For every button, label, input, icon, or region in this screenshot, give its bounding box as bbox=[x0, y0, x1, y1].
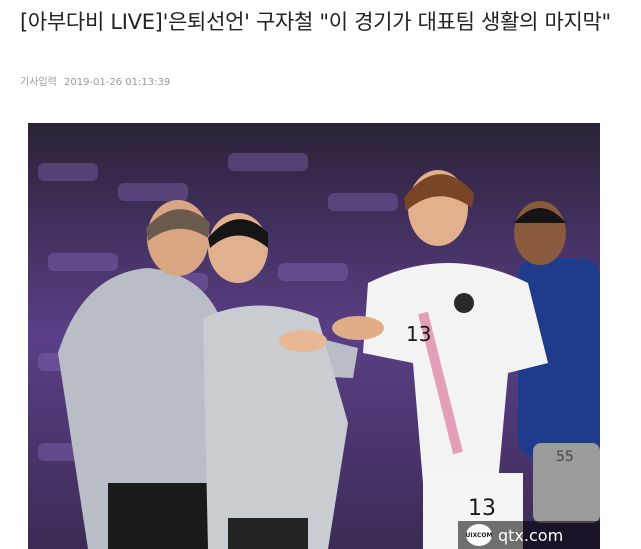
article-title: [아부다비 LIVE]'은퇴선언' 구자철 "이 경기가 대표팀 생활의 마지막… bbox=[20, 10, 611, 34]
meta-label: 기사입력 bbox=[20, 77, 57, 88]
photo-illustration: 55 13 13 bbox=[28, 123, 600, 549]
article-photo: 55 13 13 UIXCOM qtx.com bbox=[28, 123, 600, 549]
site-watermark: UIXCOM qtx.com bbox=[458, 521, 600, 549]
team-crest bbox=[454, 293, 474, 313]
article-meta: 기사입력 2019-01-26 01:13:39 bbox=[20, 73, 170, 88]
watermark-site: qtx.com bbox=[498, 525, 564, 545]
jersey-number-shorts: 13 bbox=[468, 496, 496, 521]
jersey-number-chest: 13 bbox=[406, 322, 431, 346]
svg-text:55: 55 bbox=[556, 449, 574, 465]
meta-datetime: 2019-01-26 01:13:39 bbox=[64, 77, 171, 88]
watermark-logo: UIXCOM bbox=[466, 524, 493, 546]
substitution-board: 55 bbox=[533, 443, 600, 523]
